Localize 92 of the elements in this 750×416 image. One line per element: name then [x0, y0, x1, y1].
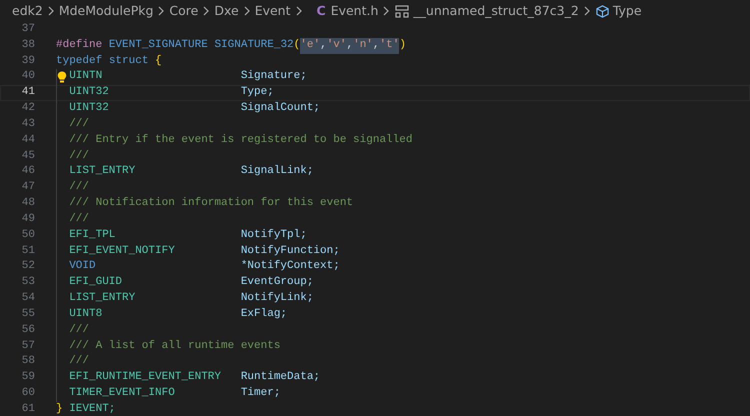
chevron-icon [582, 6, 592, 16]
code-comment: /// [69, 212, 89, 227]
line-number: 47 [20, 180, 35, 196]
code-comment: /// [69, 116, 89, 132]
breadcrumb-item[interactable]: Dxe [214, 2, 239, 20]
type-name: UINT32 [69, 86, 109, 98]
chevron-icon [381, 6, 392, 16]
chevron-icon [46, 6, 56, 16]
line-number: 53 [20, 275, 35, 290]
code-token: typedef [56, 54, 102, 69]
field-name: NotifyLink; [240, 291, 314, 306]
line-number: 59 [20, 370, 35, 386]
breadcrumb-item[interactable]: __unnamed_struct_87c3_2 [413, 2, 579, 20]
code-token: ) [399, 38, 406, 53]
line-number: 38 [20, 38, 35, 53]
code-token: EVENT_SIGNATURE [108, 38, 208, 53]
cube-icon [596, 4, 609, 18]
code-comment: /// Entry if the event is registered to be signalled [69, 132, 412, 148]
code-comment: /// Notification information for this event [69, 196, 354, 212]
code-comment: /// [69, 354, 89, 370]
line-number: 49 [20, 212, 35, 227]
line-number: 55 [20, 306, 35, 322]
code-token: #define [56, 38, 102, 53]
lightbulb-icon[interactable] [57, 71, 67, 84]
breadcrumb-item[interactable]: Event [254, 2, 290, 20]
line-number: 44 [20, 132, 35, 148]
code-token: { [154, 54, 162, 69]
code-token: 'e' [300, 38, 320, 54]
line-number: 52 [20, 259, 35, 274]
code-token: IEVENT; [68, 402, 116, 416]
type-name: LIST_ENTRY [69, 165, 136, 178]
type-name: EFI_TPL [69, 228, 116, 241]
breadcrumb-item[interactable]: Type [612, 2, 642, 20]
line-number: 45 [20, 148, 35, 164]
line-number: 46 [20, 164, 35, 180]
line-number: 54 [20, 291, 35, 306]
code-token: 't' [380, 38, 400, 54]
field-name: RuntimeData; [240, 370, 320, 386]
field-name: SignalCount; [240, 101, 320, 116]
breadcrumb-item[interactable]: Core [169, 2, 198, 20]
line-number: 43 [20, 116, 35, 132]
field-name: SignalLink; [240, 164, 314, 180]
type-name: TIMER_EVENT_INFO [69, 387, 175, 400]
line-number: 48 [20, 196, 35, 212]
chevron-icon [242, 6, 252, 16]
line-number: 40 [20, 69, 35, 84]
type-name: UINT8 [69, 308, 102, 320]
breadcrumb-item[interactable]: Event.h [330, 2, 378, 20]
chevron-icon [294, 6, 304, 16]
field-name: ExFlag; [240, 306, 288, 322]
breadcrumb-item[interactable]: edk2 [12, 2, 43, 20]
line-number: 42 [20, 101, 35, 116]
type-name: EFI_GUID [69, 276, 122, 288]
field-name: EventGroup; [240, 275, 314, 290]
code-token: ( [294, 38, 300, 53]
struct-icon [395, 4, 410, 18]
code-token: , [320, 38, 327, 54]
code-comment: /// [69, 322, 89, 338]
type-name: EFI_EVENT_NOTIFY [69, 244, 175, 257]
code-token: 'v' [326, 38, 346, 54]
code-token: SIGNATURE_32 [213, 38, 294, 53]
line-number: 58 [20, 354, 35, 370]
code-comment: /// [69, 180, 89, 196]
line-number: 57 [20, 338, 35, 354]
line-number: 56 [20, 322, 35, 338]
type-name: UINTN [69, 70, 102, 82]
chevron-icon [156, 6, 166, 16]
type-name: UINT32 [69, 102, 109, 114]
field-name: *NotifyContext; [240, 259, 340, 274]
code-comment: /// A list of all runtime events [69, 338, 280, 354]
breadcrumb-item[interactable]: MdeModulePkg [58, 2, 154, 20]
line-number: 51 [20, 244, 35, 259]
field-name: Timer; [240, 386, 280, 402]
field-name: NotifyFunction; [240, 244, 340, 259]
field-name: Type; [240, 85, 274, 100]
type-name: LIST_ENTRY [69, 292, 136, 304]
line-number: 60 [20, 386, 35, 402]
chevron-icon [201, 6, 212, 16]
type-name: VOID [69, 260, 96, 272]
field-name: Signature; [240, 69, 307, 84]
line-number: 41 [20, 85, 35, 100]
code-token: struct [108, 54, 148, 69]
line-number: 39 [20, 54, 35, 69]
line-number: 50 [20, 228, 35, 243]
c-file-icon: C [316, 2, 326, 20]
field-name: NotifyTpl; [240, 228, 307, 243]
type-name: EFI_RUNTIME_EVENT_ENTRY [69, 371, 222, 384]
code-token: 'n' [353, 38, 373, 54]
line-number: 37 [20, 22, 35, 37]
code-token: } [56, 402, 63, 416]
line-number: 61 [20, 402, 35, 416]
code-comment: /// [69, 148, 89, 164]
